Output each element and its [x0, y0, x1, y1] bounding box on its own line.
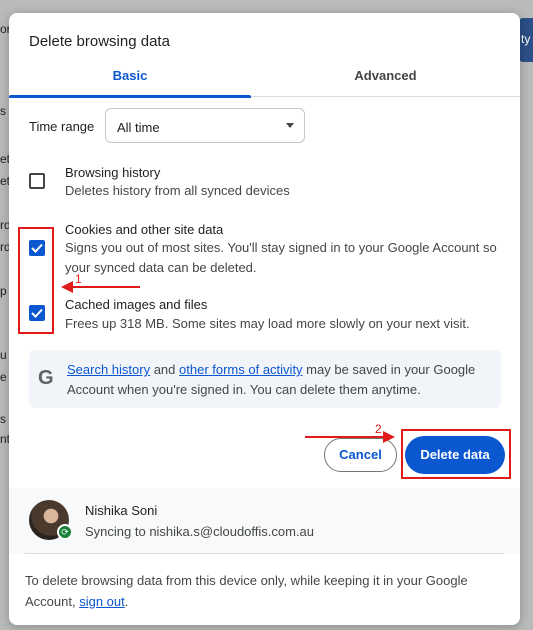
cached-images-title: Cached images and files — [65, 297, 208, 312]
browsing-history-description: Deletes history from all synced devices — [65, 183, 290, 198]
account-section: ⟳ Nishika Soni Syncing to nishika.s@clou… — [9, 488, 520, 554]
browsing-history-checkbox[interactable] — [29, 173, 45, 189]
cookies-description: Signs you out of most sites. You'll stay… — [65, 240, 497, 275]
sync-icon: ⟳ — [57, 524, 73, 540]
bg-fragment: p — [0, 284, 7, 298]
google-g-icon: G — [38, 367, 54, 389]
dialog-title: Delete browsing data — [29, 33, 170, 50]
bg-fragment: s — [0, 412, 6, 426]
dropdown-caret-icon — [286, 123, 294, 128]
bg-fragment: e — [0, 370, 7, 384]
annotation-label-2: 2 — [375, 422, 382, 436]
cached-images-description: Frees up 318 MB. Some sites may load mor… — [65, 316, 470, 331]
cookies-title: Cookies and other site data — [65, 222, 224, 237]
bg-button-fragment: ty — [519, 18, 533, 62]
annotation-arrow-2 — [305, 436, 383, 438]
arrowhead-left-icon — [61, 281, 73, 293]
account-name: Nishika Soni — [85, 503, 158, 518]
footer-text-end: . — [124, 594, 129, 609]
time-range-label: Time range — [29, 119, 95, 134]
info-text-part: and — [150, 362, 180, 377]
arrowhead-right-icon — [383, 431, 395, 443]
tab-advanced[interactable]: Advanced — [251, 63, 520, 97]
bg-fragment: ty — [521, 32, 531, 46]
activity-info-text: Search history and other forms of activi… — [67, 360, 492, 400]
annotation-box-delete — [401, 429, 511, 479]
delete-browsing-data-dialog: Delete browsing data Basic Advanced Time… — [9, 13, 520, 625]
bg-fragment: u — [0, 348, 7, 362]
tab-bar: Basic Advanced — [9, 63, 520, 98]
other-activity-link[interactable]: other forms of activity — [179, 362, 303, 377]
account-sync-status: Syncing to nishika.s@cloudoffis.com.au — [85, 524, 315, 539]
search-history-link[interactable]: Search history — [67, 362, 150, 377]
divider — [25, 553, 504, 554]
annotation-label-1: 1 — [75, 272, 82, 286]
footer-text: To delete browsing data from this device… — [25, 570, 505, 612]
sign-out-link[interactable]: sign out — [79, 594, 125, 609]
time-range-value: All time — [117, 120, 160, 135]
annotation-box-checkboxes — [18, 227, 54, 334]
bg-fragment: s — [0, 104, 6, 118]
activity-info-box: G Search history and other forms of acti… — [29, 350, 501, 408]
annotation-arrow-1 — [72, 286, 140, 288]
time-range-select[interactable]: All time — [105, 108, 305, 143]
tab-basic[interactable]: Basic — [9, 63, 251, 98]
browsing-history-title: Browsing history — [65, 165, 161, 180]
